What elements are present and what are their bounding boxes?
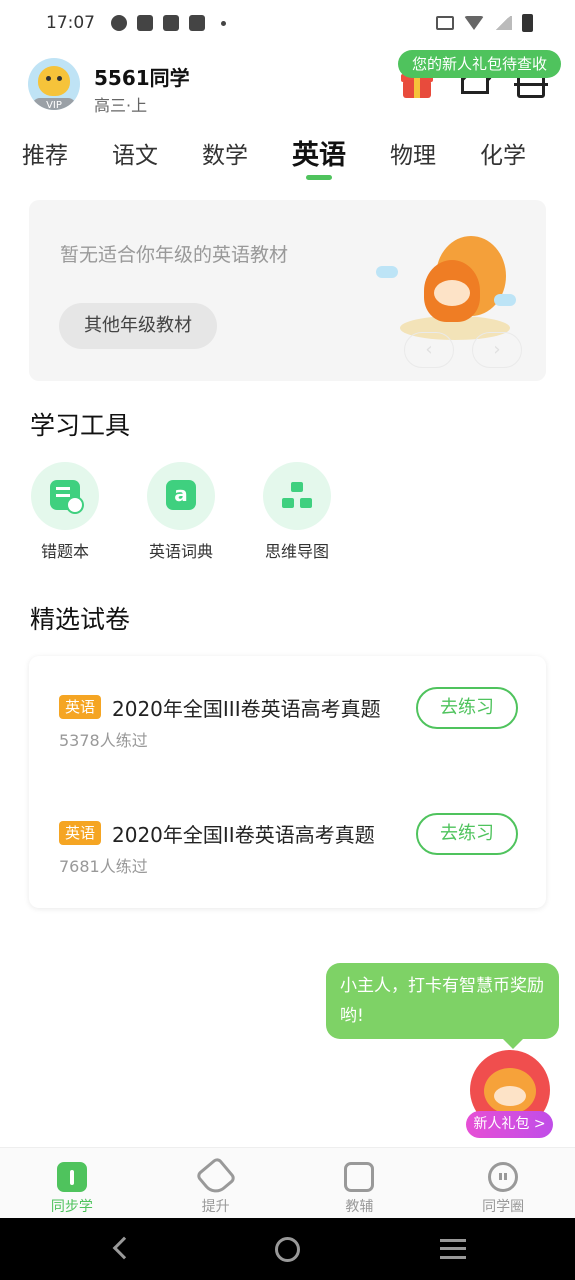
- checkin-reward-bubble[interactable]: 小主人，打卡有智慧币奖励哟!: [326, 963, 559, 1049]
- next-arrow-icon: ›: [472, 332, 522, 368]
- subject-tabs: 推荐 语文 数学 英语 物理 化学: [0, 136, 575, 192]
- system-nav-bar: [0, 1218, 575, 1280]
- bag-icon: [163, 15, 179, 31]
- nav-sync-learn[interactable]: 同步学: [0, 1148, 144, 1218]
- tool-circle: [147, 462, 215, 530]
- tool-error-book[interactable]: 错题本: [30, 462, 100, 562]
- exam-title[interactable]: 2020年全国III卷英语高考真题: [112, 693, 381, 722]
- user-name[interactable]: 5561同学: [94, 62, 190, 91]
- tools-list: 错题本 英语词典 思维导图: [30, 462, 332, 562]
- tab-math[interactable]: 数学: [202, 136, 248, 170]
- textbook-empty-message: 暂无适合你年级的英语教材: [60, 244, 289, 266]
- bag-icon: [189, 15, 205, 31]
- cloud-icon: [376, 266, 398, 278]
- tutor-book-icon: [344, 1162, 375, 1192]
- tab-chemistry[interactable]: 化学: [480, 136, 526, 170]
- home-icon[interactable]: [275, 1237, 300, 1262]
- nav-classmates[interactable]: 同学圈: [431, 1148, 575, 1218]
- speedometer-icon: [111, 15, 127, 31]
- squirrel-mascot-icon: [400, 236, 510, 346]
- bag-icon: [137, 15, 153, 31]
- bottom-nav: 同步学 提升 教辅 同学圈: [0, 1147, 575, 1218]
- exam-practice-count: 5378人练过: [59, 731, 148, 750]
- exam-practice-count: 7681人练过: [59, 857, 148, 876]
- prev-arrow-icon: ‹: [404, 332, 454, 368]
- exams-title: 精选试卷: [30, 605, 131, 634]
- tool-label: 英语词典: [148, 542, 213, 561]
- exam-card: 英语 2020年全国III卷英语高考真题 5378人练过 去练习 英语 2020…: [29, 656, 546, 908]
- header: VIP 5561同学 高三·上 您的新人礼包待查收: [28, 50, 561, 120]
- tab-english-label: 英语: [292, 140, 346, 171]
- vip-badge: VIP: [32, 98, 76, 110]
- textbook-card: 暂无适合你年级的英语教材 其他年级教材 ‹ ›: [29, 200, 546, 381]
- other-grade-button[interactable]: 其他年级教材: [59, 303, 217, 349]
- practice-button[interactable]: 去练习: [416, 813, 518, 855]
- tool-circle: [31, 462, 99, 530]
- tool-label: 错题本: [40, 542, 89, 561]
- nav-label: 同学圈: [482, 1199, 525, 1215]
- nav-label: 提升: [201, 1199, 230, 1215]
- nav-tutor[interactable]: 教辅: [288, 1148, 432, 1218]
- tool-mind-map[interactable]: 思维导图: [262, 462, 332, 562]
- practice-button[interactable]: 去练习: [416, 687, 518, 729]
- sync-learn-icon: [56, 1162, 87, 1192]
- notification-icons: [111, 15, 226, 31]
- squirrel-avatar-icon: [38, 66, 70, 96]
- nav-label: 教辅: [345, 1199, 374, 1215]
- tool-dictionary[interactable]: 英语词典: [146, 462, 216, 562]
- classmates-face-icon: [488, 1162, 519, 1192]
- vibrate-icon: [436, 16, 454, 30]
- tab-chinese[interactable]: 语文: [112, 136, 158, 170]
- exam-item[interactable]: 英语 2020年全国III卷英语高考真题 5378人练过 去练习: [59, 687, 518, 755]
- error-book-icon: [50, 480, 84, 514]
- cloud-icon: [494, 294, 516, 306]
- tool-circle: [263, 462, 331, 530]
- battery-icon: [522, 14, 533, 32]
- tab-active-indicator: [306, 175, 332, 180]
- user-grade[interactable]: 高三·上: [94, 92, 147, 116]
- tab-recommend[interactable]: 推荐: [22, 136, 68, 170]
- tab-physics[interactable]: 物理: [390, 136, 436, 170]
- signal-icon: [494, 16, 512, 30]
- mind-map-icon: [282, 480, 312, 510]
- nav-improve[interactable]: 提升: [144, 1148, 288, 1218]
- improve-tag-icon: [194, 1155, 237, 1199]
- tab-english[interactable]: 英语: [292, 136, 346, 180]
- menu-icon[interactable]: [440, 1239, 466, 1259]
- gift-tip-badge[interactable]: 您的新人礼包待查收: [397, 50, 561, 78]
- tools-title: 学习工具: [30, 411, 131, 440]
- more-dot-icon: [221, 20, 226, 26]
- tool-label: 思维导图: [264, 542, 329, 561]
- subject-tag: 英语: [59, 695, 102, 719]
- wifi-icon: [464, 16, 484, 30]
- newbie-gift-button[interactable]: 新人礼包 >: [466, 1111, 553, 1138]
- exam-item[interactable]: 英语 2020年全国II卷英语高考真题 7681人练过 去练习: [59, 813, 518, 881]
- dictionary-icon: [166, 480, 196, 510]
- avatar[interactable]: VIP: [28, 58, 80, 110]
- back-icon[interactable]: [112, 1236, 136, 1260]
- exam-title[interactable]: 2020年全国II卷英语高考真题: [112, 819, 375, 848]
- nav-label: 同步学: [50, 1199, 93, 1215]
- system-icons: [436, 14, 533, 32]
- status-bar: 17:07: [0, 0, 575, 46]
- status-time: 17:07: [46, 13, 95, 33]
- subject-tag: 英语: [59, 821, 102, 845]
